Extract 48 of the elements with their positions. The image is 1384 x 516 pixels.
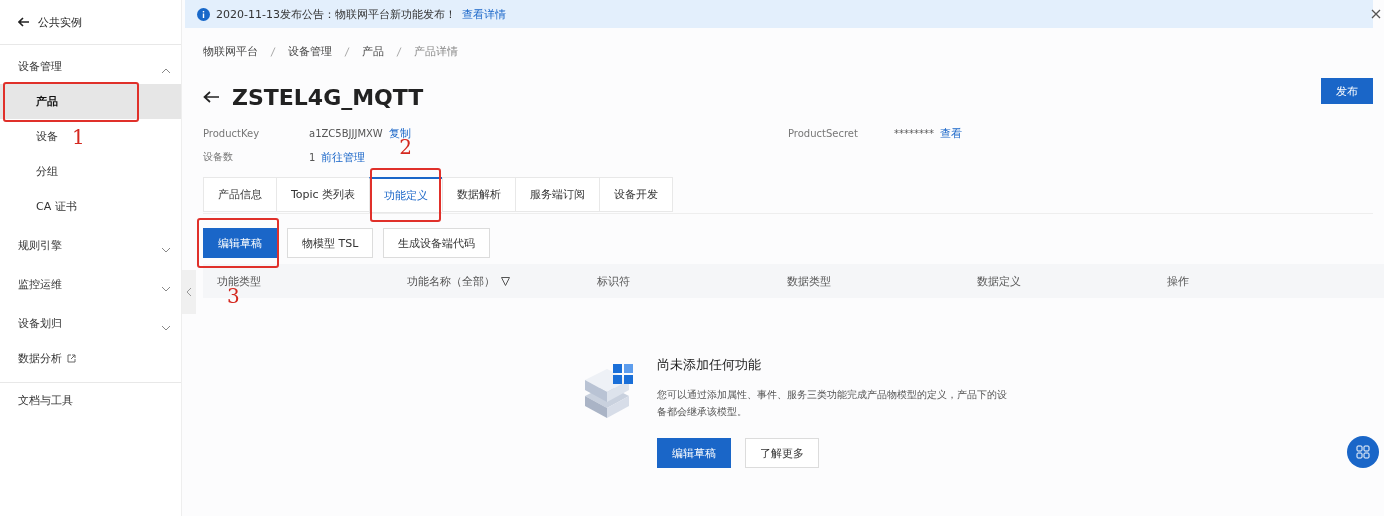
notice-text: 2020-11-13发布公告：物联网平台新功能发布！ [216, 6, 456, 22]
annotation-number: 3 [227, 286, 240, 306]
breadcrumb-item[interactable]: 产品 [362, 44, 384, 59]
field-value: ******** [894, 127, 934, 139]
field-label: ProductSecret [788, 127, 859, 139]
tab[interactable]: 功能定义 [369, 177, 443, 213]
field-link[interactable]: 查看 [940, 125, 962, 141]
publish-button[interactable]: 发布 [1321, 78, 1373, 104]
breadcrumb-item: 产品详情 [414, 44, 458, 59]
menu-group[interactable]: 规则引擎 [0, 228, 181, 263]
action-button[interactable]: 生成设备端代码 [383, 228, 491, 258]
column-header: 数据定义 [977, 273, 1021, 289]
empty-title: 尚未添加任何功能 [657, 356, 762, 374]
empty-action-button[interactable]: 了解更多 [745, 438, 819, 468]
menu-item[interactable]: 文档与工具 [18, 393, 73, 408]
menu-group[interactable]: 监控运维 [0, 267, 181, 302]
tab[interactable]: Topic 类列表 [276, 177, 370, 212]
tab[interactable]: 数据解析 [442, 177, 516, 212]
column-header: 操作 [1167, 273, 1189, 289]
action-button[interactable]: 编辑草稿 [203, 228, 277, 258]
field-label: 设备数 [203, 150, 234, 164]
product-title: ZSTEL4G_MQTT [232, 84, 424, 110]
empty-action-button[interactable]: 编辑草稿 [657, 438, 731, 468]
menu-item[interactable]: 产品 [36, 94, 58, 109]
tab[interactable]: 产品信息 [203, 177, 276, 212]
menu-group[interactable]: 设备管理 [0, 49, 181, 84]
field-link[interactable]: 前往管理 [321, 149, 366, 165]
tab[interactable]: 服务端订阅 [515, 177, 600, 212]
breadcrumb-item[interactable]: 物联网平台 [203, 44, 258, 59]
annotation-number: 1 [72, 127, 85, 147]
column-header: 功能名称（全部） [407, 273, 495, 289]
column-header: 数据类型 [787, 273, 831, 289]
column-header: 标识符 [597, 273, 630, 289]
menu-item[interactable]: 设备 [36, 129, 58, 144]
empty-description: 您可以通过添加属性、事件、服务三类功能完成产品物模型的定义，产品下的设备都会继承该模型。 [657, 388, 1007, 419]
menu-item[interactable]: 分组 [36, 164, 58, 179]
breadcrumb-item[interactable]: 设备管理 [288, 44, 332, 59]
field-value: 1 [309, 151, 316, 163]
tab[interactable]: 设备开发 [599, 177, 674, 212]
column-header: 功能类型 [217, 273, 261, 288]
menu-group[interactable]: 设备划归 [0, 306, 181, 341]
back-link[interactable]: 公共实例 [38, 14, 82, 30]
menu-item[interactable]: 数据分析 [18, 351, 62, 366]
details-link[interactable]: 查看详情 [461, 6, 506, 22]
action-button[interactable]: 物模型 TSL [287, 228, 374, 258]
menu-item[interactable]: CA 证书 [36, 199, 77, 214]
field-label: ProductKey [203, 127, 261, 139]
field-value: a1ZC5BJJJMXW [309, 127, 383, 139]
